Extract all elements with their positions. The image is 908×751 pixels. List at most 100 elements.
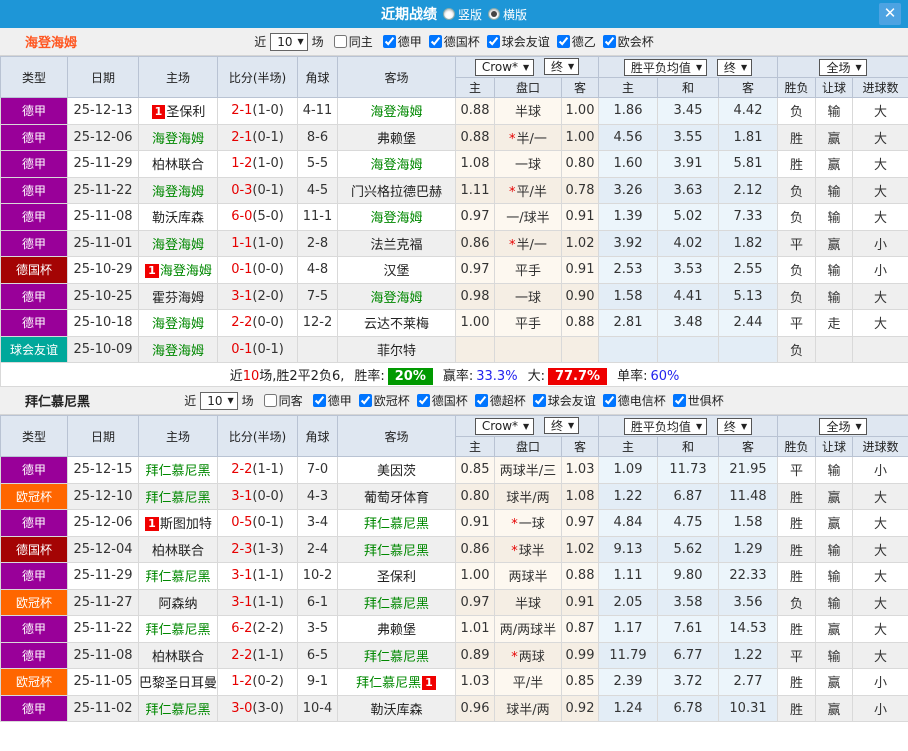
corner-count: 10-4 (297, 694, 338, 722)
odds-stage-select[interactable]: 终 ▼ (544, 58, 580, 76)
radio-vertical-layout[interactable]: 竖版 (442, 6, 482, 23)
handicap: 一球 (494, 282, 562, 310)
corner-count: 11-1 (297, 203, 338, 231)
goals-result: 大 (852, 97, 908, 125)
halftime-score: (0-0) (252, 315, 284, 331)
mean-away: 5.81 (717, 150, 779, 178)
mean-draw: 11.73 (657, 456, 719, 484)
league-checkbox[interactable]: 德超杯 (474, 392, 526, 409)
odds-away: 0.91 (561, 203, 599, 231)
match-result: 胜 (777, 668, 817, 696)
league-checkbox-input[interactable] (532, 393, 546, 407)
league-checkbox-input[interactable] (382, 34, 396, 48)
handicap-result: 赢 (815, 668, 854, 696)
venue-checkbox[interactable]: 同客 (263, 392, 303, 409)
chevron-down-icon: ▼ (695, 421, 703, 431)
odds-stage-select[interactable]: 终 ▼ (544, 417, 580, 435)
league-checkbox[interactable]: 欧会杯 (602, 33, 654, 50)
home-team: 拜仁慕尼黑 (138, 482, 218, 510)
league-checkbox[interactable]: 球会友谊 (486, 33, 550, 50)
mean-home: 3.92 (598, 229, 658, 257)
fulltime-score: 3-1 (231, 568, 253, 584)
match-type: 德甲 (0, 615, 68, 643)
league-checkbox-input[interactable] (428, 34, 442, 48)
home-team: 海登海姆 (138, 335, 218, 363)
mean-type-select[interactable]: 胜平负均值 ▼ (623, 58, 708, 76)
fulltime-score: 2-2 (231, 315, 253, 331)
league-checkbox[interactable]: 德甲 (312, 392, 352, 409)
league-checkbox[interactable]: 德甲 (382, 33, 422, 50)
odds-home: 0.80 (455, 482, 495, 510)
team-name: 勒沃库森 (151, 211, 204, 227)
close-icon[interactable]: ✕ (879, 3, 901, 25)
chevron-down-icon: ▼ (568, 421, 575, 431)
score-cell: 3-1(1-1) (217, 562, 298, 590)
goals-result: 大 (852, 509, 908, 537)
league-checkbox-input[interactable] (556, 34, 570, 48)
match-row: 德甲 25-10-18 海登海姆 2-2(0-0) 12-2 云达不莱梅 1.00 平手 0.8… (0, 309, 908, 337)
col-mean-draw: 和 (657, 436, 719, 457)
match-date: 25-11-05 (67, 668, 139, 696)
match-type: 欧冠杯 (0, 668, 68, 696)
league-checkbox-input[interactable] (312, 393, 326, 407)
recent-count-select[interactable]: 10 ▼ (270, 32, 308, 51)
match-type: 德甲 (0, 694, 68, 722)
recent-count-select[interactable]: 10 ▼ (200, 391, 238, 410)
games-label: 场 (241, 394, 254, 408)
handicap-result: 输 (815, 256, 854, 284)
col-corner: 角球 (297, 415, 338, 457)
dialog-titlebar: 近期战绩 竖版 横版 ✕ (0, 0, 908, 28)
halftime-score: (1-0) (252, 156, 284, 172)
goals-result: 大 (852, 588, 908, 616)
odds-away: 1.02 (561, 535, 599, 563)
league-checkbox-input[interactable] (602, 34, 616, 48)
fulltime-score: 3-1 (231, 288, 253, 304)
mean-stage-select[interactable]: 终 ▼ (716, 417, 753, 435)
odds-away: 0.90 (561, 282, 599, 310)
match-row: 德甲 25-12-06 1 斯图加特 0-5(0-1) 3-4 拜仁慕尼黑 0.91 *一球 0.… (0, 509, 908, 537)
handicap-result: 赢 (815, 615, 854, 643)
chevron-down-icon: ▼ (523, 421, 530, 431)
mean-type-select[interactable]: 胜平负均值 ▼ (623, 417, 708, 435)
league-checkbox-input[interactable] (416, 393, 430, 407)
match-type: 德甲 (0, 123, 68, 151)
league-checkbox[interactable]: 欧冠杯 (358, 392, 410, 409)
league-checkbox-input[interactable] (358, 393, 372, 407)
fulltime-score: 0-1 (231, 262, 253, 278)
handicap: 平手 (494, 256, 562, 284)
venue-checkbox-input[interactable] (333, 35, 347, 48)
venue-checkbox-input[interactable] (263, 394, 277, 407)
league-checkbox-input[interactable] (672, 393, 686, 407)
scope-select[interactable]: 全场 ▼ (819, 417, 867, 435)
league-checkbox[interactable]: 德国杯 (428, 33, 480, 50)
score-cell: 1-2(1-0) (217, 150, 298, 178)
match-date: 25-12-06 (67, 123, 139, 151)
radio-horizontal-icon[interactable] (488, 8, 500, 20)
mean-draw: 3.48 (657, 309, 719, 337)
league-checkbox[interactable]: 德国杯 (416, 392, 468, 409)
match-result: 平 (777, 456, 817, 484)
col-type: 类型 (0, 56, 68, 98)
away-team: 弗赖堡 (337, 123, 456, 151)
league-checkbox-input[interactable] (602, 393, 616, 407)
league-checkbox[interactable]: 德电信杯 (602, 392, 666, 409)
goals-result: 大 (852, 123, 908, 151)
league-checkbox-input[interactable] (486, 34, 500, 48)
radio-vertical-icon[interactable] (442, 8, 455, 20)
near-label: 近 (254, 35, 267, 49)
radio-horizontal-layout[interactable]: 横版 (488, 6, 527, 23)
match-type: 德甲 (0, 641, 68, 669)
league-checkbox[interactable]: 世俱杯 (672, 392, 724, 409)
venue-checkbox-label: 同客 (278, 394, 303, 408)
league-checkbox[interactable]: 球会友谊 (532, 392, 596, 409)
league-checkbox[interactable]: 德乙 (556, 33, 596, 50)
league-checkbox-input[interactable] (474, 393, 488, 407)
odds-company-select[interactable]: Crow* ▼ (474, 58, 535, 76)
handicap: 球半/两 (494, 482, 562, 510)
odds-company-select[interactable]: Crow* ▼ (474, 417, 535, 435)
venue-checkbox[interactable]: 同主 (333, 33, 373, 50)
mean-stage-select[interactable]: 终 ▼ (716, 58, 753, 76)
handicap (494, 335, 562, 363)
mean-away: 1.29 (717, 535, 779, 563)
scope-select[interactable]: 全场 ▼ (819, 58, 867, 76)
